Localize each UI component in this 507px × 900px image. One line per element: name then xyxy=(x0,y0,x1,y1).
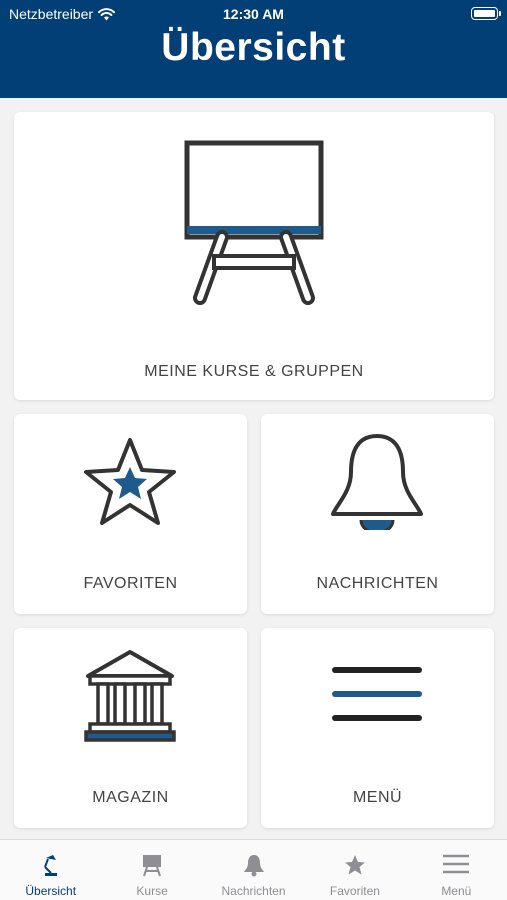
tile-label: FAVORITEN xyxy=(83,575,178,592)
menu-icon xyxy=(443,854,470,874)
app-header: Netzbetreiber 12:30 AM Übersicht xyxy=(0,0,507,98)
tile-favoriten[interactable]: FAVORITEN xyxy=(14,414,247,614)
tile-meine-kurse-gruppen[interactable]: MEINE KURSE & GRUPPEN xyxy=(14,112,494,400)
tab-kurse[interactable]: Kurse xyxy=(101,840,202,900)
easel-icon xyxy=(184,140,324,305)
tile-nachrichten[interactable]: NACHRICHTEN xyxy=(261,414,494,614)
battery-icon xyxy=(471,7,501,20)
tile-menu[interactable]: MENÜ xyxy=(261,628,494,828)
star-icon xyxy=(84,438,176,525)
museum-icon xyxy=(84,650,176,742)
tab-bar: Übersicht Kurse Nachrichten Favoriten Me… xyxy=(0,839,507,900)
tab-uebersicht[interactable]: Übersicht xyxy=(0,840,101,900)
bell-icon xyxy=(243,855,264,877)
tile-label: NACHRICHTEN xyxy=(316,575,439,592)
tab-favoriten[interactable]: Favoriten xyxy=(304,840,405,900)
tile-label: MAGAZIN xyxy=(92,789,169,806)
status-bar: Netzbetreiber 12:30 AM xyxy=(0,0,507,28)
bell-icon xyxy=(331,434,423,530)
tile-label: MEINE KURSE & GRUPPEN xyxy=(144,363,364,380)
tab-label: Favoriten xyxy=(329,884,380,898)
desk-lamp-icon xyxy=(43,855,57,876)
clock: 12:30 AM xyxy=(223,6,284,22)
tab-nachrichten[interactable]: Nachrichten xyxy=(203,840,304,900)
easel-icon xyxy=(143,855,162,877)
page-title: Übersicht xyxy=(161,26,346,69)
tab-menu[interactable]: Menü xyxy=(406,840,507,900)
star-icon xyxy=(344,855,365,875)
tab-label: Übersicht xyxy=(25,884,77,898)
tab-label: Menü xyxy=(441,884,472,898)
tile-label: MENÜ xyxy=(352,789,403,806)
hamburger-menu-icon xyxy=(332,667,422,721)
tile-magazin[interactable]: MAGAZIN xyxy=(14,628,247,828)
tab-label: Nachrichten xyxy=(221,884,286,898)
tab-label: Kurse xyxy=(136,884,168,898)
